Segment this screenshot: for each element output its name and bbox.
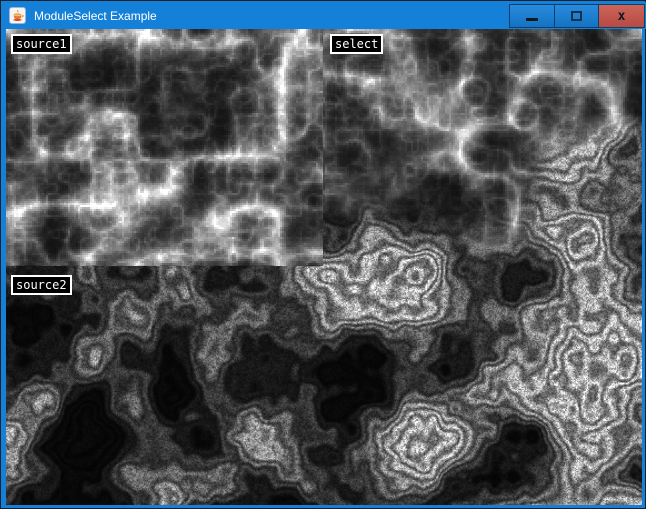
window-title: ModuleSelect Example [34, 9, 157, 23]
close-button[interactable]: x [598, 5, 644, 27]
maximize-button[interactable] [554, 5, 598, 27]
close-icon: x [618, 10, 626, 23]
maximize-icon [571, 11, 582, 21]
source1-label: source1 [11, 34, 72, 54]
source2-canvas [6, 266, 323, 505]
minimize-icon [526, 18, 538, 21]
select-label: select [330, 34, 383, 54]
app-window: ModuleSelect Example x source1 select so… [0, 0, 646, 509]
client-area: source1 select source2 [6, 29, 642, 505]
window-controls: x [509, 4, 645, 28]
titlebar[interactable]: ModuleSelect Example x [2, 2, 646, 29]
minimize-button[interactable] [510, 5, 554, 27]
source2-label: source2 [11, 275, 72, 295]
source1-canvas [6, 29, 323, 266]
java-coffee-cup-icon[interactable] [9, 7, 26, 24]
